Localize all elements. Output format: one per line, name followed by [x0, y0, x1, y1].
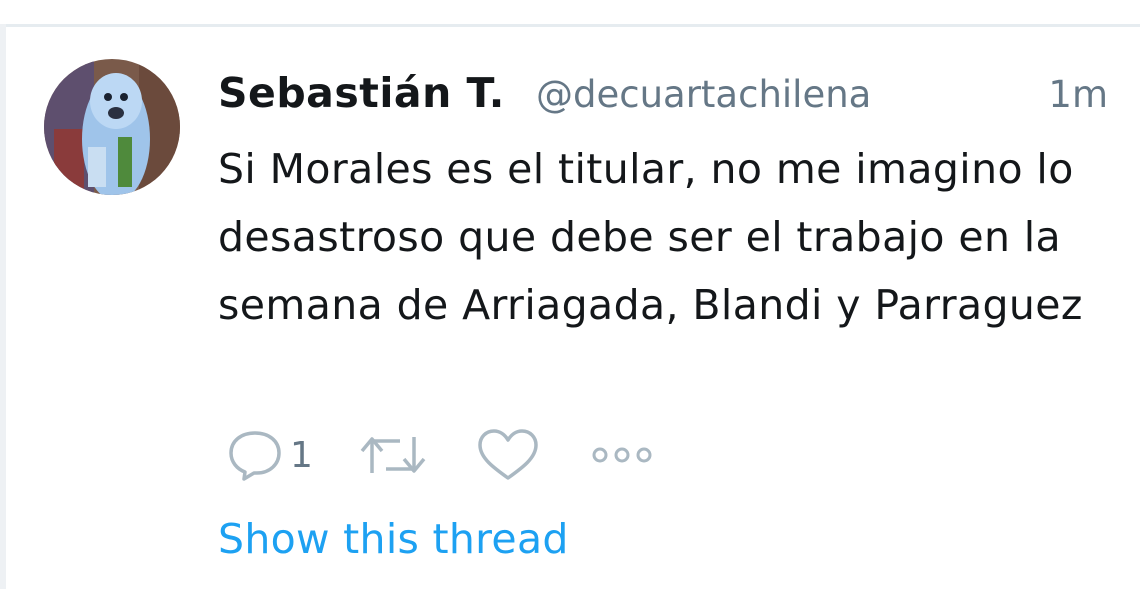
- tweet-text: Si Morales es el titular, no me imagino …: [218, 145, 1083, 329]
- tweet-header: Sebastián T. @decuartachilena 1m: [218, 69, 1108, 125]
- tweet-card[interactable]: Sebastián T. @decuartachilena 1m Si Mora…: [6, 27, 1140, 589]
- retweet-icon: [360, 437, 426, 473]
- avatar[interactable]: [44, 59, 180, 195]
- timestamp[interactable]: 1m: [1048, 73, 1108, 116]
- show-thread-link[interactable]: Show this thread: [218, 515, 569, 563]
- like-button[interactable]: [476, 425, 540, 485]
- avatar-image: [44, 59, 180, 195]
- more-icon: [592, 447, 652, 463]
- more-button[interactable]: [590, 425, 654, 485]
- display-name[interactable]: Sebastián T.: [218, 69, 505, 117]
- top-divider: [0, 0, 1140, 27]
- retweet-button[interactable]: [358, 425, 428, 485]
- heart-icon: [478, 429, 538, 480]
- user-handle[interactable]: @decuartachilena: [536, 73, 871, 116]
- tweet-actions: 1: [218, 425, 678, 485]
- reply-count: 1: [290, 434, 313, 476]
- reply-icon: [229, 431, 281, 481]
- reply-button[interactable]: 1: [226, 425, 313, 485]
